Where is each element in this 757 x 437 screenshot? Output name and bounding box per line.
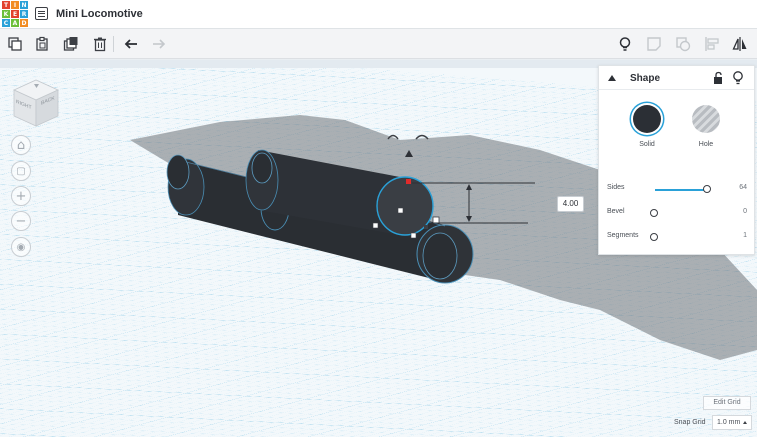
solid-swatch[interactable] (633, 105, 661, 133)
tinkercad-logo[interactable]: T I N K E R C A D (2, 1, 28, 28)
solid-option[interactable]: Solid (627, 105, 667, 148)
bevel-property: Bevel 0 (607, 208, 747, 220)
project-title[interactable]: Mini Locomotive (56, 8, 143, 20)
copy-icon[interactable] (6, 35, 24, 53)
toolbar-divider (113, 36, 114, 52)
group-icon[interactable] (674, 35, 692, 53)
lightbulb-icon[interactable] (731, 70, 745, 86)
sides-slider-track[interactable] (655, 189, 707, 191)
lightbulb-icon[interactable] (616, 35, 634, 53)
hole-swatch[interactable] (692, 105, 720, 133)
shape-inspector: Shape Solid Hole Sides 64 Bevel 0 Segmen… (598, 65, 755, 255)
view-cube[interactable]: RIGHT BACK (10, 76, 62, 128)
snap-grid-label: Snap Grid (674, 419, 706, 426)
shape-inspector-header: Shape (599, 66, 754, 90)
logo-letter: T (2, 1, 10, 9)
lock-icon[interactable] (711, 71, 725, 85)
hole-option[interactable]: Hole (686, 105, 726, 148)
perspective-button[interactable]: ◉ (11, 237, 31, 257)
home-icon: ⌂ (16, 137, 26, 153)
sides-value[interactable]: 64 (739, 184, 747, 191)
logo-letter: R (20, 10, 28, 18)
mirror-icon[interactable] (731, 35, 749, 53)
logo-letter: D (20, 19, 28, 27)
collapse-icon[interactable] (608, 75, 616, 81)
snap-grid-select[interactable]: 1.0 mm (712, 415, 752, 430)
sides-property: Sides 64 (607, 184, 747, 196)
bevel-label: Bevel (607, 208, 625, 215)
dimension-input[interactable]: 4.00 (557, 196, 584, 212)
zoom-out-button[interactable]: − (11, 211, 31, 231)
logo-letter: A (11, 19, 19, 27)
redo-icon[interactable] (150, 35, 168, 53)
fit-icon: ▢ (16, 165, 26, 177)
snap-grid-value: 1.0 mm (717, 419, 741, 426)
top-bar: T I N K E R C A D Mini Locomotive (0, 0, 757, 29)
duplicate-icon[interactable] (62, 35, 80, 53)
home-view-button[interactable]: ⌂ (11, 135, 31, 155)
logo-letter: E (11, 10, 19, 18)
sides-slider-knob[interactable] (703, 185, 711, 193)
solid-label: Solid (639, 141, 655, 148)
panel-title: Shape (630, 73, 661, 84)
perspective-icon: ◉ (16, 241, 26, 253)
sides-label: Sides (607, 184, 625, 191)
undo-icon[interactable] (122, 35, 140, 53)
zoom-in-button[interactable]: + (11, 186, 31, 206)
chevron-up-icon (743, 421, 747, 424)
trash-icon[interactable] (91, 35, 109, 53)
logo-letter: I (11, 1, 19, 9)
paste-icon[interactable] (33, 35, 51, 53)
logo-letter: C (2, 19, 10, 27)
minus-icon: − (15, 213, 27, 229)
logo-letter: K (2, 10, 10, 18)
segments-slider-knob[interactable] (650, 233, 658, 241)
plus-icon: + (15, 188, 27, 204)
bevel-value[interactable]: 0 (743, 208, 747, 215)
bevel-slider-knob[interactable] (650, 209, 658, 217)
segments-value[interactable]: 1 (743, 232, 747, 239)
note-icon[interactable] (645, 35, 663, 53)
toolbar (0, 29, 757, 59)
segments-property: Segments 1 (607, 232, 747, 244)
segments-label: Segments (607, 232, 639, 239)
fit-view-button[interactable]: ▢ (11, 161, 31, 181)
design-menu-icon[interactable] (35, 7, 48, 20)
logo-letter: N (20, 1, 28, 9)
hole-label: Hole (698, 141, 714, 148)
align-icon[interactable] (703, 35, 721, 53)
edit-grid-button[interactable]: Edit Grid (703, 396, 751, 410)
